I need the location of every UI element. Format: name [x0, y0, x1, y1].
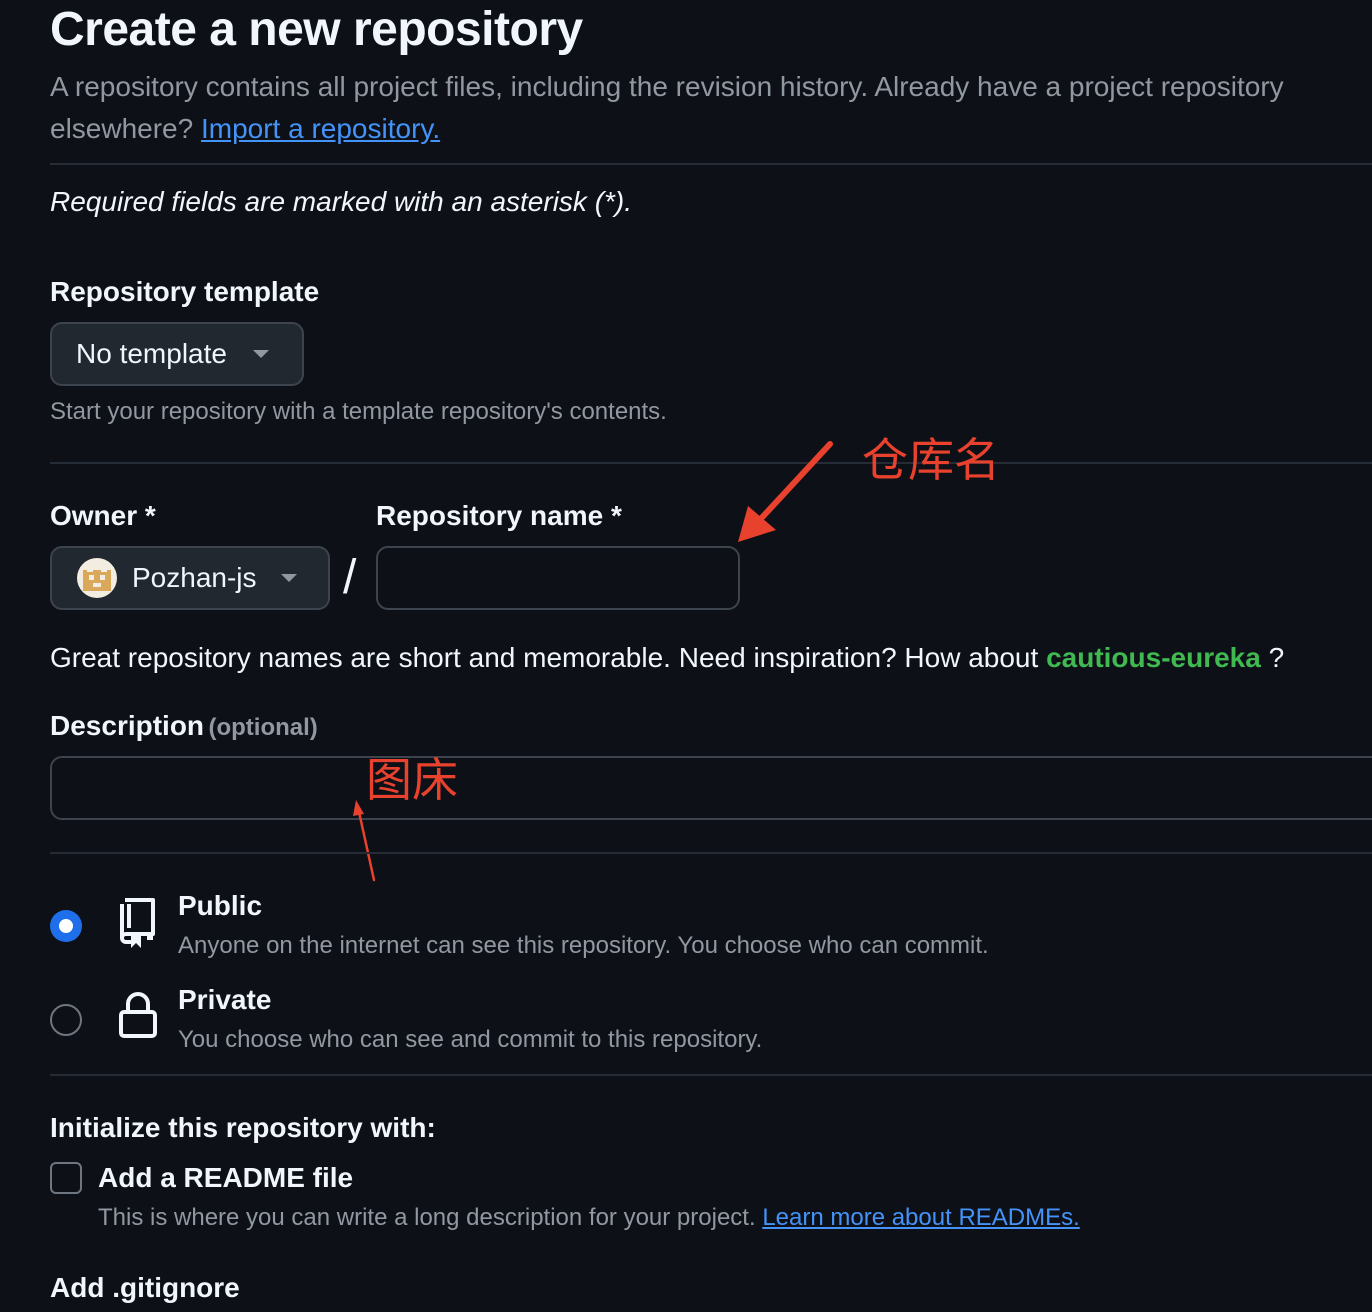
description-label: Description	[50, 710, 205, 741]
gitignore-label: Add .gitignore	[50, 1272, 240, 1303]
annotation-arrow-icon	[738, 441, 833, 542]
name-hint: Great repository names are short and mem…	[50, 642, 1284, 674]
repo-name-annotation: 仓库名	[862, 433, 1000, 487]
divider	[50, 462, 1372, 464]
readme-help: This is where you can write a long descr…	[98, 1204, 1080, 1232]
readme-checkbox[interactable]	[50, 1162, 82, 1194]
description-annotation: 图床	[366, 753, 458, 807]
avatar	[77, 558, 117, 598]
public-radio[interactable]	[50, 910, 82, 942]
page-subtitle: A repository contains all project files,…	[50, 66, 1360, 150]
public-description: Anyone on the internet can see this repo…	[178, 932, 989, 959]
name-hint-text: Great repository names are short and mem…	[50, 642, 1039, 673]
learn-readmes-link[interactable]: Learn more about READMEs.	[762, 1204, 1079, 1231]
private-title: Private	[178, 984, 272, 1015]
description-optional: (optional)	[208, 714, 318, 741]
owner-select[interactable]: Pozhan-js	[50, 546, 330, 610]
description-label-row: Description (optional)	[50, 710, 318, 742]
name-suggestion-link[interactable]: cautious-eureka	[1046, 642, 1261, 673]
template-select[interactable]: No template	[50, 322, 304, 386]
repo-name-input[interactable]	[376, 546, 740, 610]
page-title: Create a new repository	[50, 3, 583, 56]
required-fields-note: Required fields are marked with an aster…	[50, 186, 633, 217]
caret-down-icon	[252, 350, 269, 358]
initialize-label: Initialize this repository with:	[50, 1112, 436, 1143]
template-help: Start your repository with a template re…	[50, 398, 667, 425]
lock-icon	[119, 992, 157, 1038]
private-radio[interactable]	[50, 1004, 82, 1036]
owner-label: Owner *	[50, 500, 156, 531]
template-label: Repository template	[50, 276, 320, 307]
owner-repo-separator: /	[343, 551, 357, 604]
repo-icon	[120, 898, 155, 948]
repo-name-label: Repository name *	[376, 500, 622, 531]
template-select-value: No template	[76, 338, 227, 369]
readme-description: This is where you can write a long descr…	[98, 1204, 756, 1231]
caret-down-icon	[280, 574, 297, 582]
name-hint-suffix: ?	[1268, 642, 1285, 673]
private-description: You choose who can see and commit to thi…	[178, 1026, 763, 1053]
public-title: Public	[178, 890, 263, 921]
owner-select-value: Pozhan-js	[132, 562, 257, 593]
divider	[50, 1074, 1372, 1076]
readme-label[interactable]: Add a README file	[98, 1162, 353, 1194]
divider	[50, 163, 1372, 165]
import-repository-link[interactable]: Import a repository.	[201, 113, 440, 144]
description-input[interactable]	[50, 756, 1372, 820]
divider	[50, 852, 1372, 854]
